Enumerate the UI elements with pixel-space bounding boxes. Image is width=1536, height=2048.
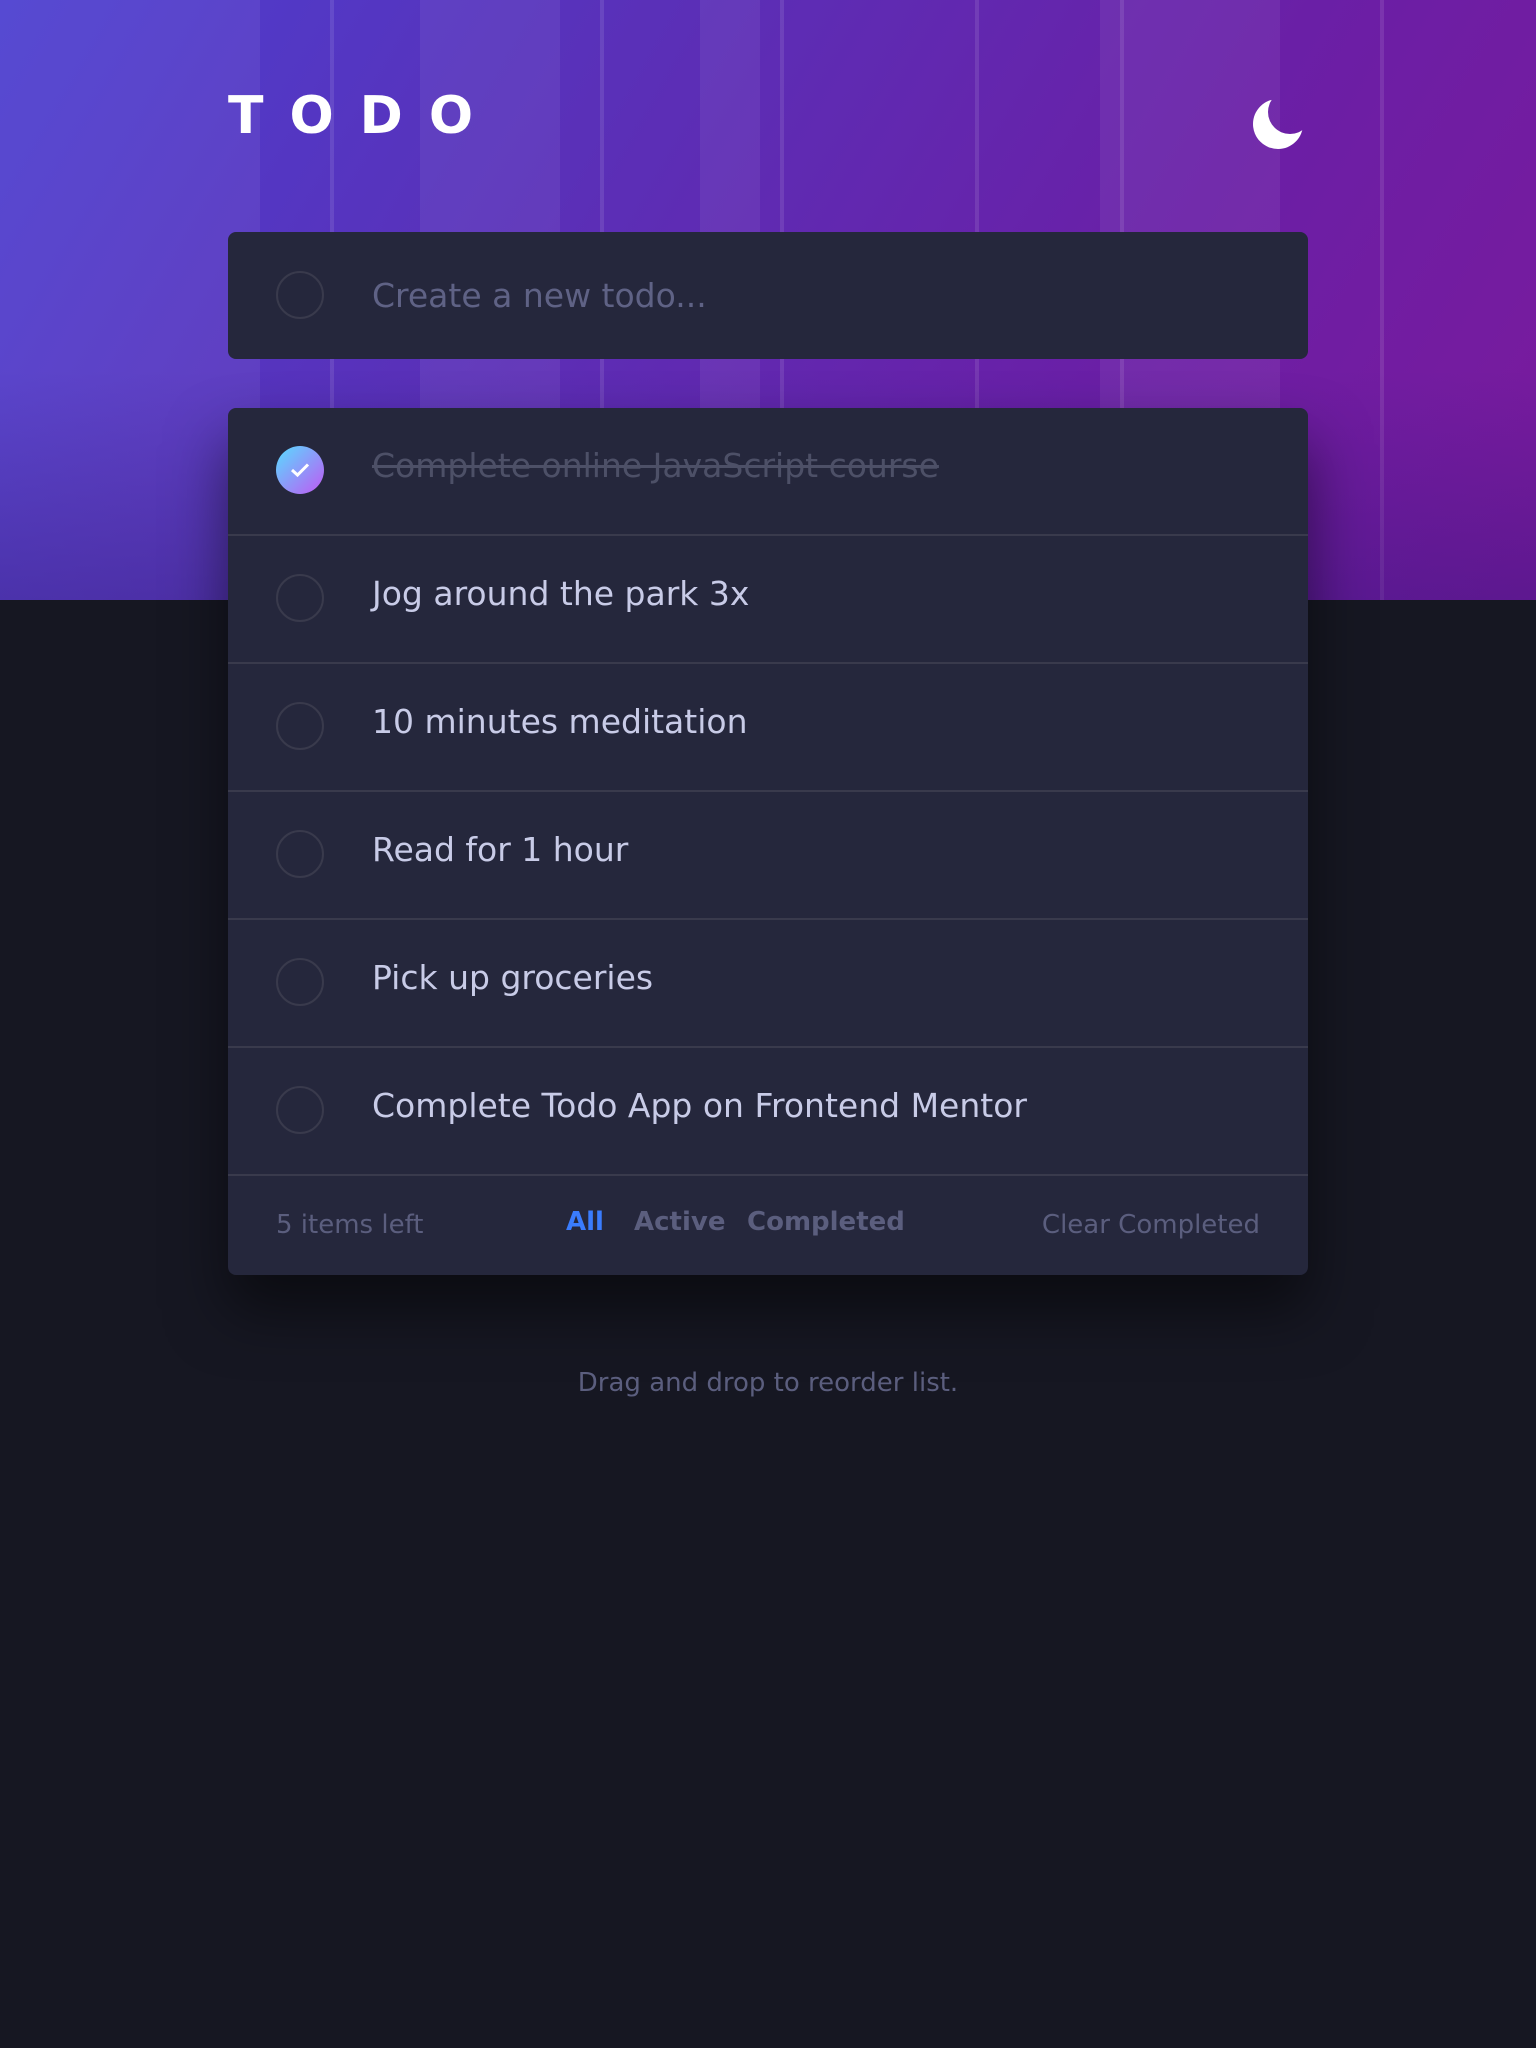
filter-completed[interactable]: Completed	[747, 1207, 905, 1237]
todo-text: Read for 1 hour	[372, 830, 629, 869]
todo-text: Pick up groceries	[372, 958, 654, 997]
todo-item[interactable]: Complete Todo App on Frontend Mentor	[228, 1048, 1308, 1176]
filter-active[interactable]: Active	[634, 1207, 725, 1237]
check-icon	[290, 463, 310, 478]
moon-icon	[1253, 99, 1303, 149]
new-todo-bar	[228, 232, 1308, 359]
app-title: TODO	[228, 86, 500, 146]
todo-checkbox[interactable]	[276, 830, 324, 878]
todo-text: Jog around the park 3x	[372, 574, 750, 613]
todo-list: Complete online JavaScript course Jog ar…	[228, 408, 1308, 1275]
todo-text: Complete Todo App on Frontend Mentor	[372, 1086, 1027, 1125]
todo-text: Complete online JavaScript course	[372, 446, 939, 485]
todo-item[interactable]: Pick up groceries	[228, 920, 1308, 1048]
theme-toggle-button[interactable]	[1252, 94, 1308, 150]
todo-checkbox[interactable]	[276, 574, 324, 622]
todo-checkbox[interactable]	[276, 702, 324, 750]
new-todo-checkbox[interactable]	[276, 271, 324, 319]
todo-item[interactable]: 10 minutes meditation	[228, 664, 1308, 792]
filter-all[interactable]: All	[566, 1207, 604, 1237]
todo-item[interactable]: Read for 1 hour	[228, 792, 1308, 920]
clear-completed-button[interactable]: Clear Completed	[1042, 1210, 1260, 1240]
todo-checkbox[interactable]	[276, 1086, 324, 1134]
todo-item[interactable]: Jog around the park 3x	[228, 536, 1308, 664]
items-left-count: 5 items left	[276, 1210, 424, 1240]
new-todo-input[interactable]	[372, 264, 1252, 326]
drag-hint: Drag and drop to reorder list.	[577, 1368, 959, 1398]
todo-checkbox[interactable]	[276, 958, 324, 1006]
todo-footer: 5 items left All Active Completed Clear …	[228, 1176, 1308, 1275]
todo-checkbox-checked[interactable]	[276, 446, 324, 494]
todo-item[interactable]: Complete online JavaScript course	[228, 408, 1308, 536]
todo-text: 10 minutes meditation	[372, 702, 748, 741]
